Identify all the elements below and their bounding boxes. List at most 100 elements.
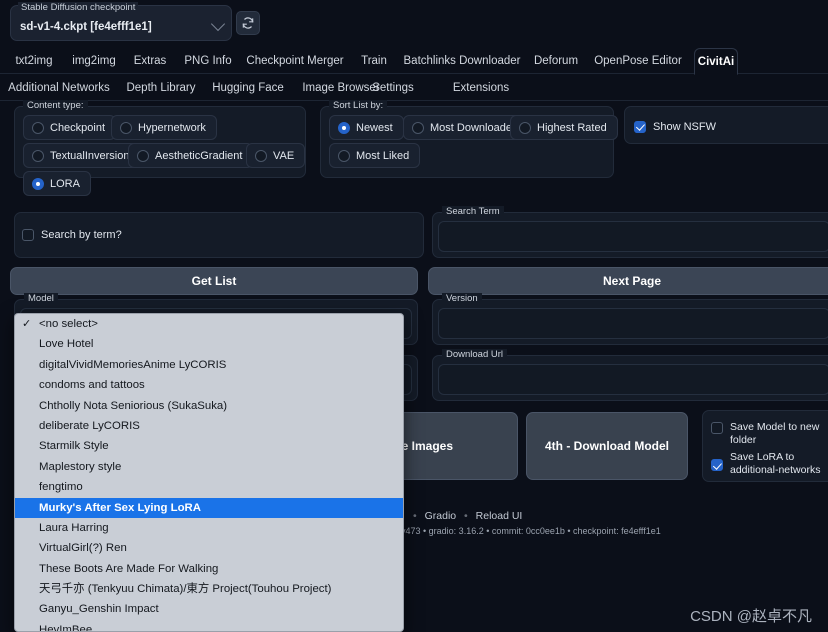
radio-checkpoint[interactable]: Checkpoint bbox=[23, 115, 117, 140]
tab-txt2img[interactable]: txt2img bbox=[10, 48, 58, 74]
tab-label: Extensions bbox=[452, 82, 510, 94]
dropdown-option[interactable]: Laura Harring bbox=[15, 518, 403, 538]
footer-links: • Gradio • Reload UI bbox=[408, 510, 522, 522]
radio-indicator bbox=[32, 149, 44, 162]
tab-label: img2img bbox=[72, 55, 116, 67]
checkbox-indicator bbox=[711, 422, 723, 434]
tab-deforum[interactable]: Deforum bbox=[530, 48, 582, 74]
tab-batchlinks-downloader[interactable]: Batchlinks Downloader bbox=[402, 48, 522, 74]
version-select[interactable] bbox=[438, 308, 828, 339]
radio-label: Highest Rated bbox=[537, 121, 607, 134]
dropdown-option[interactable]: Ganyu_Genshin Impact bbox=[15, 599, 403, 619]
dropdown-option[interactable]: These Boots Are Made For Walking bbox=[15, 559, 403, 579]
radio-indicator bbox=[412, 121, 424, 134]
content-type-panel: Content type: Checkpoint Hypernetwork Te… bbox=[14, 100, 306, 196]
checkpoint-dropdown[interactable]: Stable Diffusion checkpoint sd-v1-4.ckpt… bbox=[10, 2, 232, 41]
radio-label: Hypernetwork bbox=[138, 121, 206, 134]
gradio-link[interactable]: Gradio bbox=[425, 510, 457, 522]
dropdown-option[interactable]: digitalVividMemoriesAnime LyCORIS bbox=[15, 355, 403, 375]
dropdown-option-label: Love Hotel bbox=[39, 338, 94, 351]
reload-ui-link[interactable]: Reload UI bbox=[476, 510, 523, 522]
radio-label: TextualInversion bbox=[50, 149, 130, 162]
tab-openpose-editor[interactable]: OpenPose Editor bbox=[592, 48, 684, 74]
checkbox-label: Search by term? bbox=[41, 228, 122, 241]
tab-train[interactable]: Train bbox=[357, 48, 391, 74]
refresh-checkpoint-button[interactable] bbox=[236, 11, 260, 35]
dropdown-option[interactable]: HeyImBee bbox=[15, 620, 403, 631]
radio-most-liked[interactable]: Most Liked bbox=[329, 143, 421, 168]
radio-label: LORA bbox=[50, 177, 80, 190]
radio-indicator bbox=[32, 177, 44, 190]
tab-label: PNG Info bbox=[184, 55, 232, 67]
dropdown-option[interactable]: Love Hotel bbox=[15, 334, 403, 354]
dropdown-option[interactable]: fengtimo bbox=[15, 477, 403, 497]
download-url-field[interactable]: Download Url bbox=[432, 349, 828, 401]
radio-textualinversion[interactable]: TextualInversion bbox=[23, 143, 141, 168]
footer-bullet: • bbox=[464, 510, 468, 522]
radio-highest-rated[interactable]: Highest Rated bbox=[510, 115, 618, 140]
search-term-input[interactable] bbox=[438, 221, 828, 252]
secondary-tab-bar: Additional Networks Depth Library Hugging … bbox=[0, 75, 828, 101]
watermark: CSDN @赵卓不凡 bbox=[690, 608, 812, 625]
checkbox-save-lora-additional-networks[interactable]: Save LoRA to additional-networks bbox=[711, 451, 828, 477]
tab-extensions[interactable]: Extensions bbox=[444, 75, 518, 101]
tab-label: CivitAi bbox=[697, 56, 735, 68]
tab-civitai[interactable]: CivitAi bbox=[694, 48, 738, 75]
chevron-down-icon bbox=[210, 16, 226, 32]
dropdown-option-label: Starmilk Style bbox=[39, 440, 109, 453]
top-bar: Stable Diffusion checkpoint sd-v1-4.ckpt… bbox=[0, 0, 828, 46]
dropdown-option[interactable]: deliberate LyCORIS bbox=[15, 416, 403, 436]
model-legend: Model bbox=[24, 293, 58, 305]
version-field[interactable]: Version bbox=[432, 293, 828, 345]
tab-extras[interactable]: Extras bbox=[130, 48, 170, 74]
tab-img2img[interactable]: img2img bbox=[66, 48, 122, 74]
checkbox-indicator bbox=[711, 459, 723, 471]
dropdown-option-label: Murky's After Sex Lying LoRA bbox=[39, 501, 201, 514]
dropdown-option[interactable]: VirtualGirl(?) Ren bbox=[15, 538, 403, 558]
tab-png-info[interactable]: PNG Info bbox=[182, 48, 234, 74]
tab-settings[interactable]: Settings bbox=[362, 75, 424, 101]
radio-indicator bbox=[32, 121, 44, 134]
content-type-legend: Content type: bbox=[23, 100, 88, 112]
checkbox-show-nsfw[interactable]: Show NSFW bbox=[632, 114, 726, 139]
model-dropdown-list[interactable]: <no select> Love Hotel digitalVividMemorie… bbox=[14, 313, 404, 632]
radio-label: VAE bbox=[273, 149, 295, 162]
tab-label: Depth Library bbox=[126, 82, 196, 94]
checkbox-label: Show NSFW bbox=[653, 120, 716, 133]
next-page-button[interactable]: Next Page bbox=[428, 267, 828, 295]
tab-label: Checkpoint Merger bbox=[246, 55, 344, 67]
dropdown-option[interactable]: Murky's After Sex Lying LoRA bbox=[15, 497, 403, 518]
radio-indicator bbox=[519, 121, 531, 134]
dropdown-option[interactable]: Chtholly Nota Seniorious (SukaSuka) bbox=[15, 396, 403, 416]
tab-checkpoint-merger[interactable]: Checkpoint Merger bbox=[240, 48, 350, 74]
radio-newest[interactable]: Newest bbox=[329, 115, 404, 140]
search-term-field[interactable]: Search Term bbox=[432, 206, 828, 258]
dropdown-option[interactable]: Maplestory style bbox=[15, 457, 403, 477]
radio-aestheticgradient[interactable]: AestheticGradient bbox=[128, 143, 254, 168]
dropdown-option[interactable]: 天弓千亦 (Tenkyuu Chimata)/東方 Project(Touhou… bbox=[15, 579, 403, 599]
radio-vae[interactable]: VAE bbox=[246, 143, 306, 168]
radio-label: Checkpoint bbox=[50, 121, 106, 134]
dropdown-option[interactable]: <no select> bbox=[15, 314, 403, 334]
dropdown-option-label: Ganyu_Genshin Impact bbox=[39, 603, 159, 616]
get-list-button[interactable]: Get List bbox=[10, 267, 418, 295]
download-model-button[interactable]: 4th - Download Model bbox=[526, 412, 688, 480]
radio-indicator bbox=[120, 121, 132, 134]
radio-hypernetwork[interactable]: Hypernetwork bbox=[111, 115, 217, 140]
dropdown-option[interactable]: condoms and tattoos bbox=[15, 375, 403, 395]
search-term-legend: Search Term bbox=[442, 206, 504, 218]
tab-additional-networks[interactable]: Additional Networks bbox=[8, 75, 110, 101]
tab-hugging-face[interactable]: Hugging Face bbox=[208, 75, 288, 101]
checkbox-search-by-term[interactable]: Search by term? bbox=[20, 222, 132, 247]
download-url-legend: Download Url bbox=[442, 349, 508, 361]
dropdown-option-label: Laura Harring bbox=[39, 521, 109, 534]
radio-indicator bbox=[338, 149, 350, 162]
dropdown-option-label: deliberate LyCORIS bbox=[39, 419, 140, 432]
tab-depth-library[interactable]: Depth Library bbox=[122, 75, 200, 101]
checkbox-save-model-new-folder[interactable]: Save Model to new folder bbox=[711, 421, 828, 447]
dropdown-option[interactable]: Starmilk Style bbox=[15, 436, 403, 456]
tab-label: Deforum bbox=[533, 55, 579, 67]
dropdown-option-label: 天弓千亦 (Tenkyuu Chimata)/東方 Project(Touhou… bbox=[39, 583, 332, 596]
download-url-input[interactable] bbox=[438, 364, 828, 395]
radio-lora[interactable]: LORA bbox=[23, 171, 91, 196]
